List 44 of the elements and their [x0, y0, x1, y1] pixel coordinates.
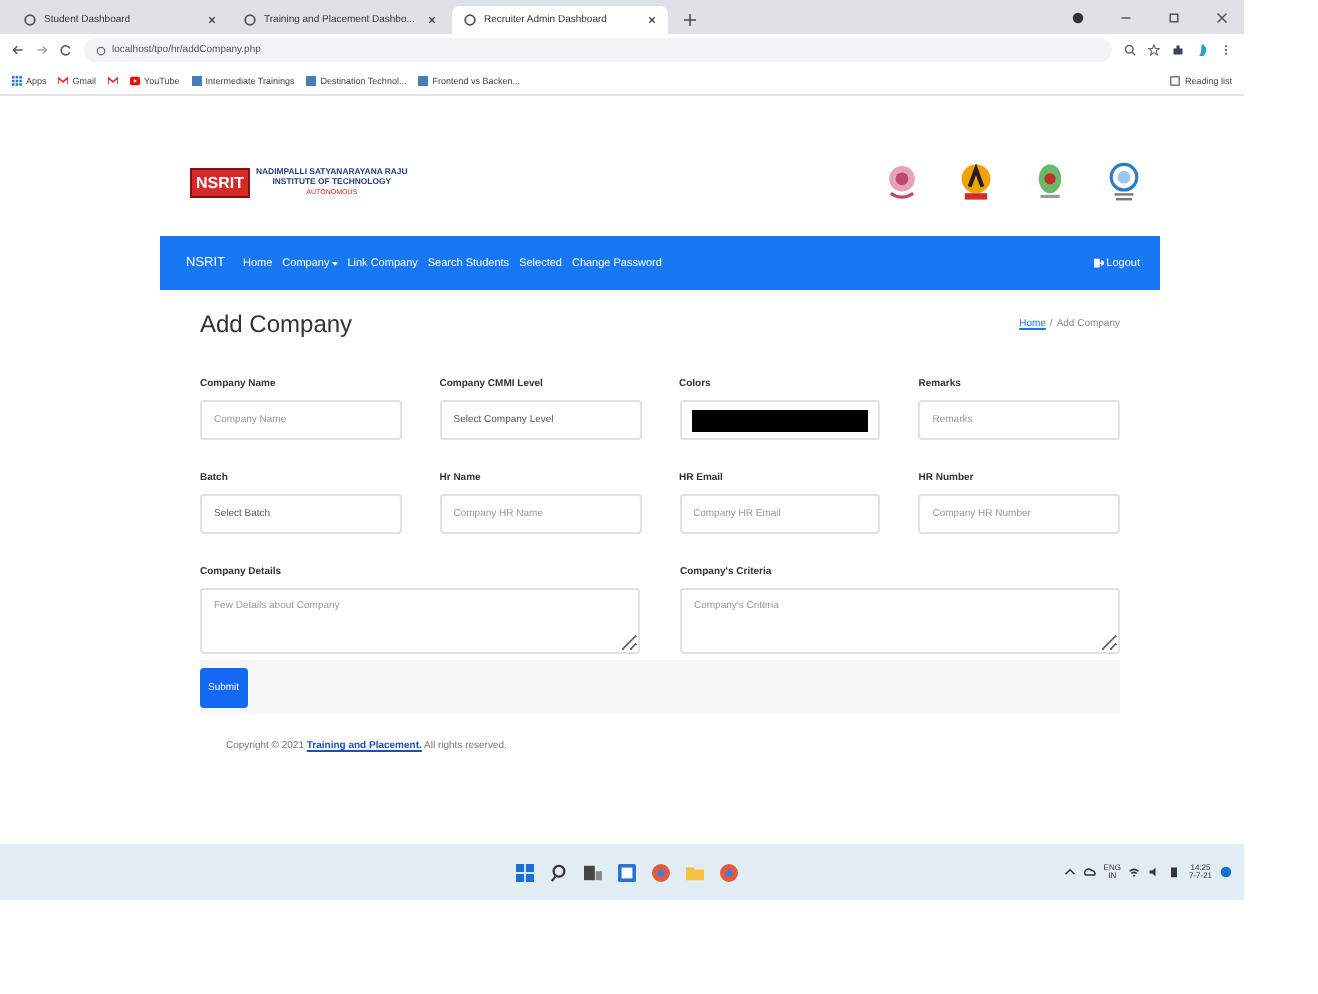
reload-icon[interactable] [60, 44, 72, 56]
caret-icon [331, 261, 338, 265]
mail-icon [58, 75, 69, 85]
minimize-icon[interactable] [1120, 12, 1132, 24]
page-title: Add Company [200, 310, 353, 338]
bookmark[interactable] [108, 75, 119, 85]
browser-icon[interactable] [652, 863, 671, 881]
close-icon[interactable] [648, 16, 656, 24]
page-icon [306, 75, 317, 85]
back-arrow-icon[interactable] [12, 44, 24, 56]
caret-icon[interactable] [1063, 866, 1076, 878]
wifi-icon[interactable] [1128, 866, 1141, 878]
window-icon[interactable] [584, 863, 603, 881]
close-icon[interactable] [1216, 12, 1228, 24]
seal-icon [1034, 162, 1066, 202]
zoom-icon[interactable] [1124, 44, 1136, 56]
maximize-icon[interactable] [1168, 12, 1180, 24]
panel-icon[interactable] [618, 863, 637, 881]
search-icon[interactable] [550, 863, 569, 881]
star-icon[interactable] [1148, 44, 1160, 56]
reading-list-icon [1170, 75, 1181, 85]
close-icon[interactable] [428, 16, 436, 24]
globe-icon [464, 14, 476, 26]
page-icon [418, 75, 429, 85]
globe-emblem-icon [1108, 162, 1140, 202]
college-logo: NSRIT [190, 167, 250, 197]
seal-icon [886, 162, 918, 202]
mail-icon [108, 75, 119, 85]
start-icon[interactable] [516, 863, 535, 881]
apps-grid-icon [12, 75, 22, 85]
play-icon [130, 75, 141, 85]
speaker-icon[interactable] [1148, 866, 1161, 878]
grade-badge-icon [960, 162, 992, 202]
close-icon[interactable] [208, 16, 216, 24]
page-icon [191, 75, 202, 85]
globe-icon [24, 14, 36, 26]
browser-icon[interactable] [720, 863, 739, 881]
logout-icon [1094, 258, 1105, 268]
new-tab-icon[interactable] [684, 14, 696, 26]
color-field[interactable] [679, 400, 881, 440]
profile-icon[interactable] [1072, 12, 1084, 24]
cloud-icon[interactable] [1083, 866, 1096, 878]
globe-icon [244, 14, 256, 26]
notification-icon[interactable] [1220, 866, 1233, 878]
